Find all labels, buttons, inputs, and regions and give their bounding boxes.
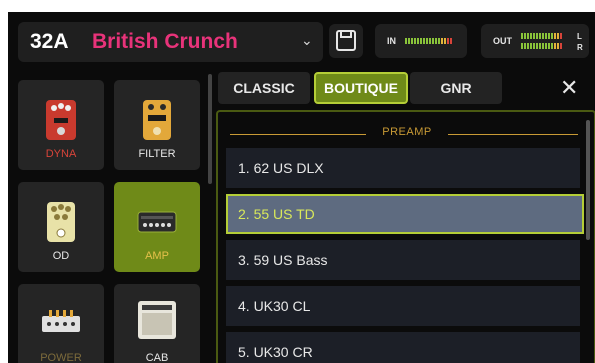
preset-name: British Crunch — [92, 30, 238, 53]
list-item-label: 2. 55 US TD — [238, 206, 315, 222]
filter-pedal-icon — [143, 100, 171, 140]
save-icon — [336, 30, 356, 51]
power-amp-icon — [42, 310, 80, 332]
module-scrollbar[interactable] — [208, 74, 212, 184]
output-left-bars — [521, 33, 562, 39]
tab-boutique[interactable]: BOUTIQUE — [314, 72, 408, 104]
module-label: FILTER — [138, 148, 176, 160]
list-item-label: 1. 62 US DLX — [238, 160, 324, 176]
list-item[interactable]: 4. UK30 CL — [226, 286, 580, 326]
close-icon[interactable]: ✕ — [560, 75, 578, 101]
module-tile-amp[interactable]: AMP — [114, 182, 200, 272]
list-item-selected[interactable]: 2. 55 US TD — [226, 194, 584, 234]
module-label: OD — [52, 250, 70, 262]
output-meter-label: OUT — [493, 36, 512, 46]
module-label: POWER — [40, 352, 82, 363]
module-label: CAB — [145, 352, 169, 363]
left-channel-label: L — [577, 32, 582, 41]
preset-number: 32A — [30, 30, 69, 53]
dyna-pedal-icon — [46, 100, 76, 140]
chevron-down-icon[interactable]: ⌄ — [301, 32, 313, 49]
module-tile-dyna[interactable]: DYNA — [18, 80, 104, 170]
module-tile-filter[interactable]: FILTER — [114, 80, 200, 170]
list-item-label: 3. 59 US Bass — [238, 252, 328, 268]
section-divider-left — [230, 134, 366, 135]
tab-gnr[interactable]: GNR — [410, 72, 502, 104]
save-button[interactable] — [329, 24, 363, 58]
output-right-bars — [521, 43, 562, 49]
app-screen: 32A British Crunch ⌄ IN OUT L R DYNA FIL… — [8, 12, 595, 363]
list-item[interactable]: 5. UK30 CR — [226, 332, 580, 363]
module-tile-od[interactable]: OD — [18, 182, 104, 272]
amp-head-icon — [137, 211, 177, 233]
list-scrollbar[interactable] — [586, 120, 590, 240]
tab-classic[interactable]: CLASSIC — [218, 72, 310, 104]
list-item[interactable]: 3. 59 US Bass — [226, 240, 580, 280]
cab-speaker-icon — [138, 301, 176, 339]
section-title: PREAMP — [382, 126, 432, 138]
module-tile-power[interactable]: POWER — [18, 284, 104, 363]
list-item-label: 4. UK30 CL — [238, 298, 311, 314]
list-item-label: 5. UK30 CR — [238, 344, 313, 360]
preset-selector[interactable]: 32A British Crunch ⌄ — [18, 22, 323, 62]
section-divider-right — [448, 134, 578, 135]
list-item[interactable]: 1. 62 US DLX — [226, 148, 580, 188]
module-label: AMP — [145, 250, 169, 262]
module-tile-cab[interactable]: CAB — [114, 284, 200, 363]
input-meter: IN — [375, 24, 467, 58]
output-meter: OUT L R — [481, 24, 589, 58]
module-label: DYNA — [45, 148, 77, 160]
od-pedal-icon — [47, 202, 75, 242]
preamp-list-panel: PREAMP 1. 62 US DLX 2. 55 US TD 3. 59 US… — [216, 110, 595, 363]
input-level-bars — [405, 38, 452, 44]
input-meter-label: IN — [387, 36, 396, 46]
right-channel-label: R — [577, 43, 583, 52]
